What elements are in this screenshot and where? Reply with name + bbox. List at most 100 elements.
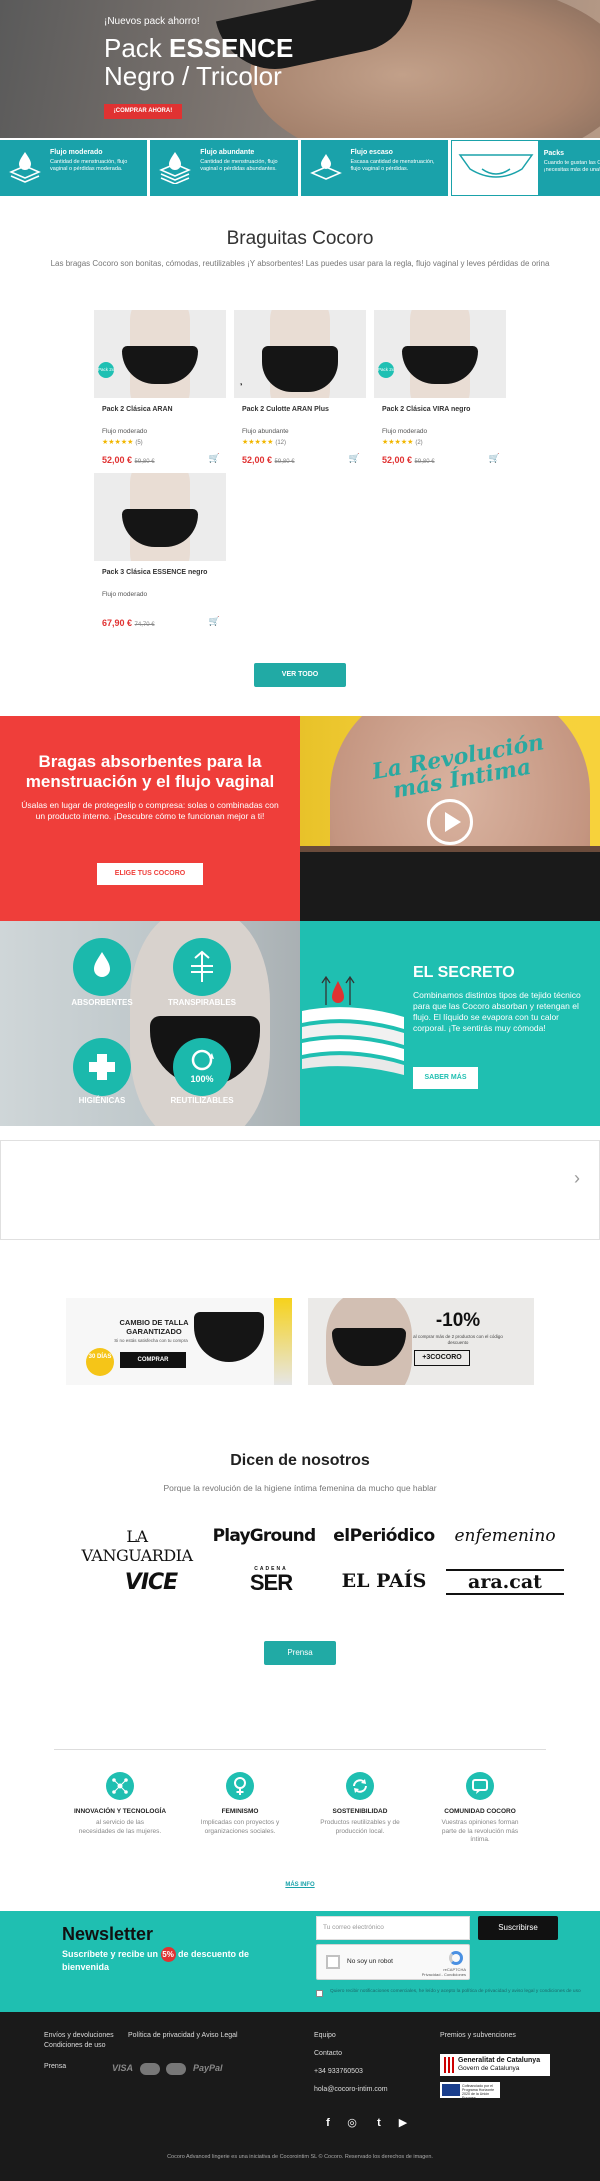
product-image[interactable]	[94, 473, 226, 561]
product-card[interactable]: ◑ Pack 2 Culotte ARAN Plus Flujo abundan…	[234, 310, 366, 465]
feature-title: Flujo abundante	[200, 149, 255, 156]
logo-cadena-ser[interactable]: CADENA SER	[212, 1566, 330, 1594]
feature-abundant[interactable]: Flujo abundante Cantidad de menstruación…	[150, 140, 298, 196]
youtube-icon[interactable]: ▶	[396, 2116, 410, 2130]
eu-text: Cofinanciado por el Programa Horizonte 2…	[462, 2084, 495, 2100]
more-info-link[interactable]: MÁS INFO	[270, 1882, 330, 1888]
moon-icon: ◑	[239, 382, 243, 388]
chat-icon	[466, 1772, 494, 1800]
copyright: Cocoro Advanced lingerie es una iniciati…	[167, 2154, 433, 2160]
product-rating: ★★★★★ (5)	[94, 438, 226, 447]
logo-el-pais[interactable]: EL PAÍS	[325, 1570, 443, 1594]
product-card[interactable]: Pack 2x Pack 2 Clásica ARAN Flujo modera…	[94, 310, 226, 465]
logo-vice[interactable]: VICE	[92, 1570, 210, 1595]
press-title: Dicen de nosotros	[230, 1452, 370, 1469]
product-image[interactable]: Pack 2x	[94, 310, 226, 398]
footer-phone[interactable]: +34 933760503	[314, 2068, 363, 2075]
feature-packs[interactable]: Packs Cuando te gustan las Cocoro, ¡nece…	[450, 140, 600, 196]
hero-title-bold: ESSENCE	[169, 33, 294, 63]
logo-ser-name: SER	[249, 1570, 293, 1595]
feature-light[interactable]: Flujo escaso Escasa cantidad de menstrua…	[300, 140, 448, 196]
footer-link-contact[interactable]: Contacto	[314, 2050, 342, 2057]
footer-link-terms[interactable]: Condiciones de uso	[44, 2042, 106, 2049]
discount-subtitle: al comprar más de 2 productos con el cód…	[413, 1334, 503, 1345]
subscribe-button[interactable]: Suscribirse	[478, 1916, 558, 1940]
hero-cta-button[interactable]: ¡COMPRAR AHORA!	[104, 104, 182, 119]
logo-enfemenino[interactable]: enfemenino	[446, 1526, 564, 1550]
newsletter-sub-before: Suscríbete y recibe un	[62, 1949, 161, 1959]
promo-product-image	[194, 1312, 264, 1362]
product-card[interactable]: Pack 2x Pack 2 Clásica VIRA negro Flujo …	[374, 310, 506, 465]
discount-code: +3COCORO	[414, 1350, 470, 1366]
view-all-button[interactable]: VER TODO	[254, 663, 346, 687]
product-name[interactable]: Pack 3 Clásica ESSENCE negro	[94, 569, 226, 576]
product-name[interactable]: Pack 2 Clásica ARAN	[94, 406, 226, 413]
cart-icon[interactable]: 🛒	[349, 453, 360, 464]
price-current: 52,00 €	[382, 455, 413, 465]
breathable-icon	[173, 938, 231, 996]
value-desc: al servicio de las necesidades de las mu…	[78, 1819, 162, 1835]
reusable-percent: 100%	[190, 1074, 214, 1084]
divider	[54, 1749, 546, 1750]
size-change-subtitle: Si no estás satisfecha con tu compra	[114, 1338, 188, 1343]
product-name[interactable]: Pack 2 Clásica VIRA negro	[374, 406, 506, 413]
footer-link-team[interactable]: Equipo	[314, 2032, 336, 2039]
promo-decoration	[274, 1298, 292, 1385]
product-category: Flujo moderado	[382, 428, 428, 435]
mastercard-icon	[140, 2063, 160, 2075]
generalitat-logo: Generalitat de Catalunya Govern de Catal…	[440, 2054, 550, 2076]
logo-playground[interactable]: PlayGround	[205, 1526, 323, 1550]
rating-count: (5)	[135, 440, 143, 446]
footer-link-shipping[interactable]: Envíos y devoluciones	[44, 2032, 114, 2039]
value-title: COMUNIDAD COCORO	[444, 1808, 516, 1815]
footer-link-press[interactable]: Prensa	[44, 2063, 66, 2070]
female-symbol-icon	[226, 1772, 254, 1800]
twitter-icon[interactable]: t	[372, 2116, 386, 2130]
product-category: Flujo moderado	[102, 428, 148, 435]
cart-icon[interactable]: 🛒	[209, 453, 220, 464]
section-title: Braguitas Cocoro	[226, 228, 374, 249]
promo-absorbent-text: Úsalas en lugar de protegeslip o compres…	[21, 800, 279, 821]
reviews-carousel	[0, 1140, 600, 1240]
recaptcha-checkbox[interactable]	[326, 1955, 340, 1969]
price-current: 52,00 €	[242, 455, 273, 465]
product-card[interactable]: Pack 3 Clásica ESSENCE negro Flujo moder…	[94, 473, 226, 628]
feature-strip: Flujo moderado Cantidad de menstruación,…	[0, 140, 600, 196]
chevron-right-icon[interactable]: ›	[574, 1168, 580, 1189]
choose-cocoro-button[interactable]: ELIGE TUS COCORO	[97, 863, 203, 885]
consent-checkbox[interactable]	[316, 1990, 323, 1997]
rating-stars: ★★★★★	[382, 439, 414, 446]
product-name[interactable]: Pack 2 Culotte ARAN Plus	[234, 406, 366, 413]
generalitat-sub: Govern de Catalunya	[458, 2065, 520, 2072]
play-icon[interactable]	[427, 799, 473, 845]
price-current: 52,00 €	[102, 455, 133, 465]
product-image[interactable]: Pack 2x	[374, 310, 506, 398]
cart-icon[interactable]: 🛒	[209, 616, 220, 627]
logo-ara-cat[interactable]: ara.cat	[446, 1569, 564, 1595]
video-player[interactable]: La Revolución más Íntima	[300, 716, 600, 921]
secret-text: Combinamos distintos tipos de tejido téc…	[413, 990, 581, 1033]
reusable-label: REUTILIZABLES	[170, 1096, 234, 1105]
footer-link-privacy[interactable]: Política de privacidad y Aviso Legal	[128, 2032, 238, 2039]
product-category: Flujo abundante	[242, 428, 289, 435]
footer-email[interactable]: hola@cocoro-intim.com	[314, 2086, 388, 2093]
buy-button[interactable]: COMPRAR	[120, 1352, 186, 1368]
product-image[interactable]: ◑	[234, 310, 366, 398]
value-desc: Productos reutilizables y de producción …	[320, 1819, 400, 1835]
recaptcha-icon	[449, 1951, 463, 1965]
recaptcha-widget[interactable]: No soy un robot reCAPTCHA Privacidad - Co…	[316, 1944, 470, 1980]
feature-desc: Cuando te gustan las Cocoro, ¡necesitas …	[543, 160, 600, 173]
feature-moderate[interactable]: Flujo moderado Cantidad de menstruación,…	[0, 140, 148, 196]
logo-la-vanguardia[interactable]: LA VANGUARDIA	[78, 1527, 196, 1565]
cart-icon[interactable]: 🛒	[489, 453, 500, 464]
awards-title: Premios y subvenciones	[440, 2032, 516, 2039]
promo-absorbent-title: Bragas absorbentes para la menstruación …	[25, 752, 275, 791]
hygienic-label: HIGIÉNICAS	[78, 1096, 126, 1105]
press-button[interactable]: Prensa	[264, 1641, 336, 1665]
logo-el-periodico[interactable]: elPeriódico	[325, 1526, 443, 1550]
absorbent-icon	[73, 938, 131, 996]
instagram-icon[interactable]: ◎	[345, 2116, 359, 2130]
email-input[interactable]: Tu correo electrónico	[316, 1916, 470, 1940]
facebook-icon[interactable]: f	[321, 2116, 335, 2130]
learn-more-button[interactable]: SABER MÁS	[413, 1067, 478, 1089]
